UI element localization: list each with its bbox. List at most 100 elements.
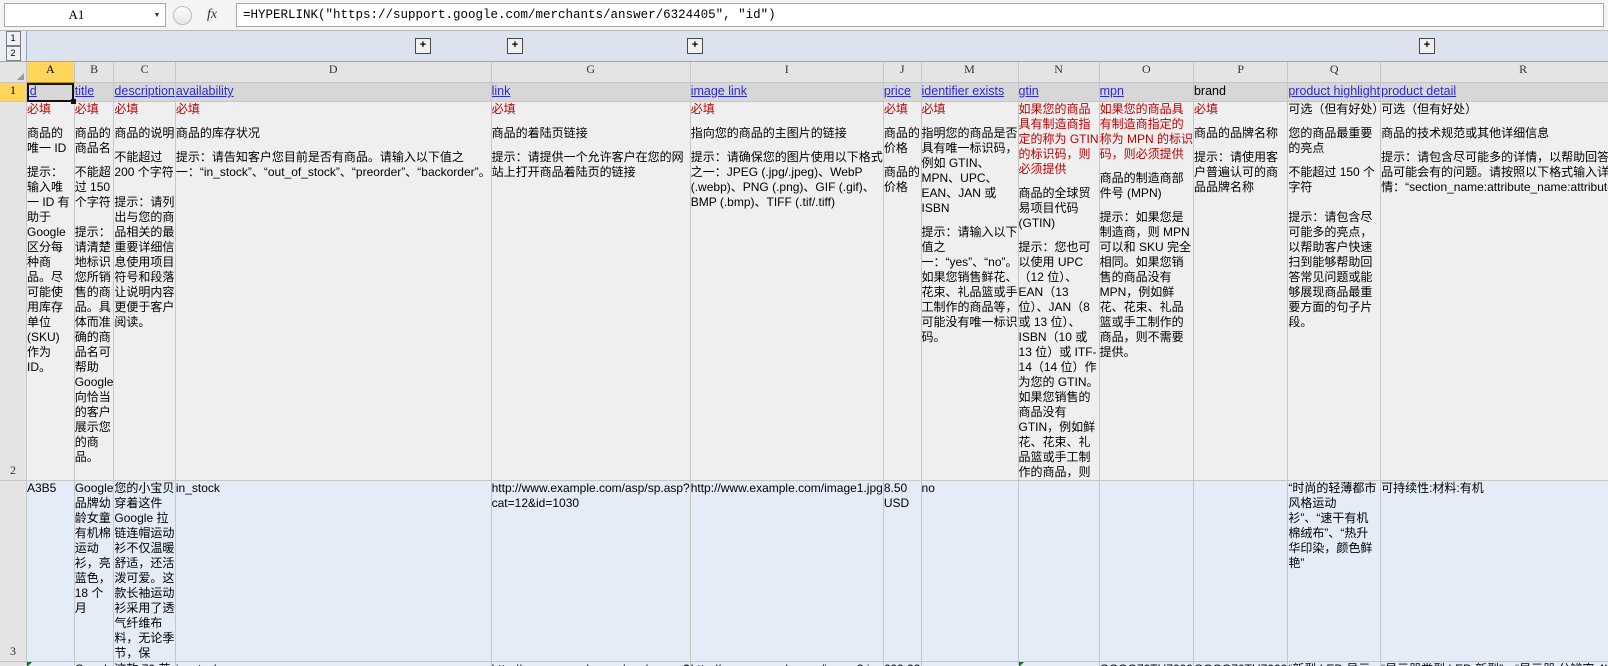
data-cell-m[interactable]: no	[921, 481, 1018, 662]
doc-cell-m[interactable]: 必填指明您的商品是否具有唯一标识码，例如 GTIN、MPN、UPC、EAN、JA…	[921, 102, 1018, 481]
column-header-g[interactable]: G	[491, 62, 690, 83]
field-tip: 提示：如果您是制造商，则 MPN 可以和 SKU 完全相同。如果您销售的商品没有…	[1100, 210, 1193, 360]
outline-level-1-button[interactable]: 1	[6, 31, 21, 46]
header-link[interactable]: price	[884, 84, 911, 98]
data-cell-b[interactable]: Google 品牌幼龄女童有机棉运动衫，亮蓝色，18 个月	[74, 481, 114, 662]
data-cell-g[interactable]: http://www.example.com/asp/sp.asp?cat=12…	[491, 481, 690, 662]
chevron-down-icon[interactable]: ▼	[149, 12, 165, 19]
spreadsheet-grid[interactable]: ABCDGIJMNOPQRS 1idtitledescriptionavaila…	[0, 62, 1608, 666]
requirement-label: 必填	[492, 102, 690, 117]
doc-cell-p[interactable]: 必填商品的品牌名称提示：请使用客户普遍认可的商品品牌名称	[1193, 102, 1287, 481]
expand-group-button-1[interactable]: +	[415, 38, 431, 54]
field-summary: 商品的品牌名称	[1194, 126, 1287, 141]
header-cell-m[interactable]: identifier exists	[921, 83, 1018, 102]
name-box[interactable]: A1 ▼	[4, 3, 166, 27]
field-tip: 提示：请确保您的图片使用以下格式之一：JPEG (.jpg/.jpeg)、Web…	[691, 150, 883, 210]
spacer	[1381, 117, 1608, 126]
data-cell-a[interactable]: A3B5	[27, 481, 75, 662]
spacer	[1194, 141, 1287, 150]
insert-function-round-button[interactable]	[173, 6, 192, 25]
header-link[interactable]: title	[75, 84, 94, 98]
header-link[interactable]: link	[492, 84, 511, 98]
row-header-3[interactable]: 3	[0, 481, 27, 662]
header-cell-q[interactable]: product highlight	[1288, 83, 1381, 102]
header-link[interactable]: product detail	[1381, 84, 1456, 98]
header-link[interactable]: id	[27, 84, 37, 98]
fx-icon[interactable]: fx	[192, 7, 232, 23]
row-header-2[interactable]: 2	[0, 102, 27, 481]
doc-cell-a[interactable]: 必填商品的唯一 ID提示：输入唯一 ID 有助于 Google 区分每种商品。尽…	[27, 102, 75, 481]
expand-group-button-2[interactable]: +	[507, 38, 523, 54]
doc-cell-g[interactable]: 必填商品的着陆页链接提示：请提供一个允许客户在您的网站上打开商品着陆页的链接	[491, 102, 690, 481]
doc-cell-j[interactable]: 必填商品的价格商品的价格	[883, 102, 921, 481]
doc-cell-d[interactable]: 必填商品的库存状况提示：请告知客户您目前是否有商品。请输入以下值之一：“in_s…	[175, 102, 491, 481]
data-cell-p[interactable]	[1193, 481, 1287, 662]
select-all-corner[interactable]	[0, 62, 27, 83]
doc-cell-b[interactable]: 必填商品的商品名不能超过 150 个字符 提示：请清楚地标识您所销售的商品。具体…	[74, 102, 114, 481]
column-header-i[interactable]: I	[690, 62, 883, 83]
data-cell-c[interactable]: 您的小宝贝穿着这件 Google 拉链连帽运动衫不仅温暖舒适，还活泼可爱。这款长…	[114, 481, 175, 662]
column-header-a[interactable]: A	[27, 62, 75, 83]
data-cell-i[interactable]: http://www.example.com/image1.jpg	[690, 481, 883, 662]
requirement-label: 必填	[176, 102, 491, 117]
header-link[interactable]: image link	[691, 84, 747, 98]
requirement-label: 如果您的商品具有制造商指定的称为 MPN 的标识码，则必须提供	[1100, 102, 1193, 162]
field-tip: 提示：请包含尽可能多的详情，以帮助回答客户对商品可能会有的问题。请按照以下格式输…	[1381, 150, 1608, 195]
expand-group-button-4[interactable]: +	[1419, 38, 1435, 54]
doc-cell-i[interactable]: 必填指向您的商品的主图片的链接提示：请确保您的图片使用以下格式之一：JPEG (…	[690, 102, 883, 481]
requirement-label: 必填	[691, 102, 883, 117]
doc-cell-o[interactable]: 如果您的商品具有制造商指定的称为 MPN 的标识码，则必须提供商品的制造商部件号…	[1099, 102, 1193, 481]
column-header-j[interactable]: J	[883, 62, 921, 83]
column-header-m[interactable]: M	[921, 62, 1018, 83]
doc-cell-r[interactable]: 可选（但有好处）商品的技术规范或其他详细信息提示：请包含尽可能多的详情，以帮助回…	[1381, 102, 1608, 481]
expand-group-button-3[interactable]: +	[687, 38, 703, 54]
column-header-p[interactable]: P	[1193, 62, 1287, 83]
header-link[interactable]: product highlight	[1288, 84, 1380, 98]
header-cell-j[interactable]: price	[883, 83, 921, 102]
header-cell-r[interactable]: product detail	[1381, 83, 1608, 102]
header-link[interactable]: identifier exists	[922, 84, 1005, 98]
data-cell-n[interactable]	[1018, 481, 1099, 662]
column-header-c[interactable]: C	[114, 62, 175, 83]
header-cell-g[interactable]: link	[491, 83, 690, 102]
requirement-label: 如果您的商品具有制造商指定的称为 GTIN 的标识码，则必须提供	[1019, 102, 1099, 177]
header-link[interactable]: mpn	[1100, 84, 1124, 98]
field-summary: 商品的价格	[884, 126, 921, 156]
column-header-r[interactable]: R	[1381, 62, 1608, 83]
header-link[interactable]: description	[114, 84, 174, 98]
field-tip: 提示：您也可以使用 UPC（12 位）、EAN（13 位）、JAN（8 或 13…	[1019, 240, 1099, 480]
cell-value: http://www.example.com/image2.jpg	[691, 662, 883, 666]
doc-cell-n[interactable]: 如果您的商品具有制造商指定的称为 GTIN 的标识码，则必须提供商品的全球贸易项…	[1018, 102, 1099, 481]
column-header-o[interactable]: O	[1099, 62, 1193, 83]
header-cell-c[interactable]: description	[114, 83, 175, 102]
row-header-1[interactable]: 1	[0, 83, 27, 102]
data-cell-r[interactable]: 可持续性:材料:有机	[1381, 481, 1608, 662]
data-cell-d[interactable]: in_stock	[175, 481, 491, 662]
header-cell-p[interactable]: brand	[1193, 83, 1287, 102]
data-cell-o[interactable]	[1099, 481, 1193, 662]
header-cell-b[interactable]: title	[74, 83, 114, 102]
doc-cell-q[interactable]: 可选（但有好处）您的商品最重要的亮点不能超过 150 个字符 提示：请包含尽可能…	[1288, 102, 1381, 481]
column-header-n[interactable]: N	[1018, 62, 1099, 83]
formula-input[interactable]: =HYPERLINK("https://support.google.com/m…	[236, 3, 1604, 27]
column-header-q[interactable]: Q	[1288, 62, 1381, 83]
error-indicator-icon	[1019, 662, 1024, 666]
data-cell-q[interactable]: “时尚的轻薄都市风格运动衫”、“速干有机棉绒布”、“热升华印染，颜色鲜艳”	[1288, 481, 1381, 662]
data-cell-j[interactable]: 8.50 USD	[883, 481, 921, 662]
outline-level-2-button[interactable]: 2	[6, 46, 21, 61]
cell-value: in_stock	[176, 662, 220, 666]
doc-cell-c[interactable]: 必填商品的说明不能超过 200 个字符 提示：请列出与您的商品相关的最重要详细信…	[114, 102, 175, 481]
header-cell-d[interactable]: availability	[175, 83, 491, 102]
column-header-b[interactable]: B	[74, 62, 114, 83]
header-cell-i[interactable]: image link	[690, 83, 883, 102]
cell-value: GOOG70TU7000	[1194, 662, 1287, 666]
header-link[interactable]: gtin	[1019, 84, 1039, 98]
header-cell-n[interactable]: gtin	[1018, 83, 1099, 102]
cell-value: 8.50 USD	[884, 481, 909, 510]
fill-handle[interactable]	[71, 99, 76, 104]
header-cell-a[interactable]: id	[27, 83, 75, 102]
column-header-d[interactable]: D	[175, 62, 491, 83]
header-cell-o[interactable]: mpn	[1099, 83, 1193, 102]
spacer	[1100, 201, 1193, 210]
header-link[interactable]: availability	[176, 84, 234, 98]
